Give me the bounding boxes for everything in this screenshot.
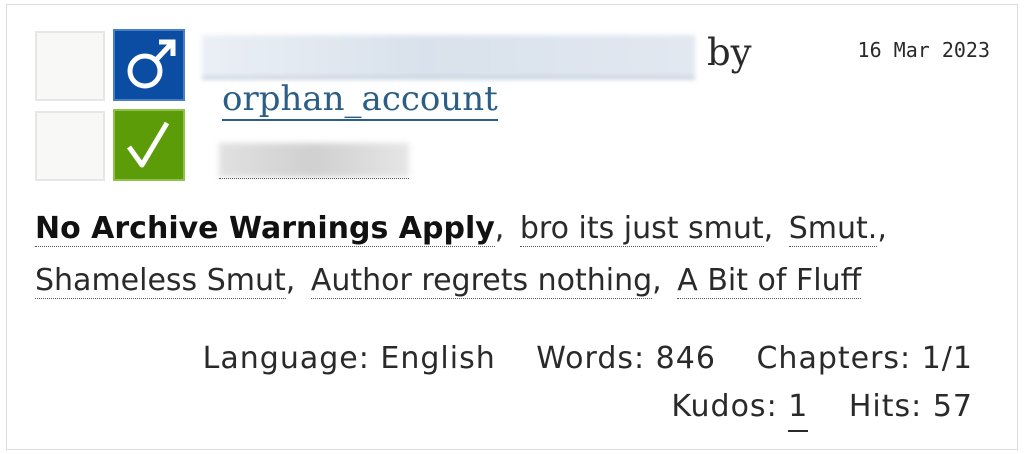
author-link[interactable]: orphan_account <box>222 79 498 121</box>
words-value: 846 <box>655 341 716 376</box>
chapters-label: Chapters: <box>756 341 912 376</box>
chapters-value: 1/1 <box>921 341 973 376</box>
work-title-link[interactable] <box>202 35 695 79</box>
tag-item: Smut., <box>788 211 887 247</box>
kudos-link[interactable]: 1 <box>788 389 809 432</box>
freeform-tag[interactable]: Author regrets nothing <box>310 263 653 299</box>
male-symbol-icon[interactable] <box>113 29 185 101</box>
tag-item: Author regrets nothing, <box>310 263 662 299</box>
checkmark-icon[interactable] <box>113 109 185 181</box>
tag-item: bro its just smut, <box>519 211 774 247</box>
work-blurb: by orphan_account 16 Mar 2023 No Archive… <box>6 4 1018 450</box>
work-stats: Language: English Words: 846 Chapters: 1… <box>73 335 973 432</box>
fandom-underline <box>219 178 409 179</box>
by-label: by <box>707 31 752 74</box>
hits-value: 57 <box>932 389 973 424</box>
language-value: English <box>380 341 496 376</box>
kudos-label: Kudos: <box>671 389 778 424</box>
tag-item: A Bit of Fluff <box>677 263 867 299</box>
language-label: Language: <box>202 341 370 376</box>
tag-list: No Archive Warnings Apply, bro its just … <box>35 203 995 307</box>
hits-label: Hits: <box>848 389 923 424</box>
warning-tag[interactable]: No Archive Warnings Apply <box>35 211 495 247</box>
freeform-tag[interactable]: Shameless Smut <box>35 263 286 299</box>
freeform-tag[interactable]: Smut. <box>788 211 878 247</box>
rating-icon[interactable] <box>35 31 105 101</box>
freeform-tag[interactable]: A Bit of Fluff <box>677 263 862 299</box>
tag-item: No Archive Warnings Apply, <box>35 211 505 247</box>
freeform-tag[interactable]: bro its just smut <box>519 211 764 247</box>
fandom-link[interactable] <box>219 143 409 177</box>
published-date: 16 Mar 2023 <box>857 38 990 62</box>
stats-row-2: Kudos: 1 Hits: 57 <box>73 383 973 432</box>
tag-item: Shameless Smut, <box>35 263 296 299</box>
warnings-icon[interactable] <box>35 111 105 181</box>
words-label: Words: <box>536 341 646 376</box>
stats-row-1: Language: English Words: 846 Chapters: 1… <box>73 335 973 383</box>
